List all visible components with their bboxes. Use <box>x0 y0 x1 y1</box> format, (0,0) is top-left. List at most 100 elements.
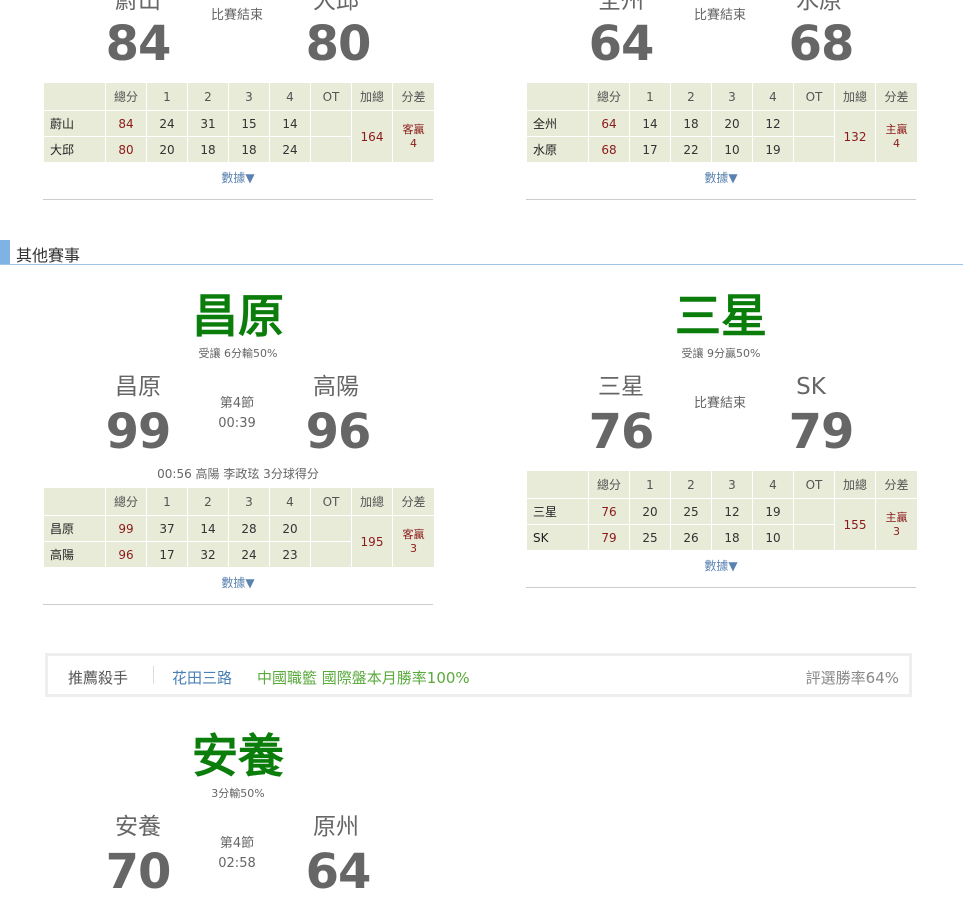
recommend-killer-bar: 推薦殺手 花田三路 中國職籃 國際盤本月勝率100% 評選勝率64% <box>45 653 912 697</box>
away-score: 80 <box>305 16 372 72</box>
table-header-row: 總分 1 2 3 4 OT 加總 分差 <box>43 487 435 516</box>
header-cell: OT <box>793 470 835 499</box>
quarter-cell: 20 <box>269 515 311 542</box>
recommend-label: 推薦殺手 <box>68 669 129 687</box>
diff-label: 主贏 <box>885 122 908 136</box>
quarter-cell: 20 <box>629 498 671 525</box>
home-score: 99 <box>105 404 172 460</box>
away-score: 68 <box>788 16 855 72</box>
header-cell: 2 <box>187 82 229 111</box>
home-team-name: 安養 <box>115 814 161 840</box>
diff-cell: 客贏 3 <box>392 515 435 568</box>
total-cell: 64 <box>588 110 630 137</box>
header-cell: 總分 <box>105 82 147 111</box>
quarter-cell: 12 <box>752 110 794 137</box>
ot-cell <box>793 498 835 525</box>
recommend-rate: 評選勝率64% <box>805 669 899 687</box>
team-cell: 全州 <box>526 110 589 137</box>
ot-cell <box>793 110 835 137</box>
handicap-tip: 受讓 9分贏50% <box>681 347 761 360</box>
ot-cell <box>310 515 352 542</box>
home-team-name: 蔚山 <box>115 0 161 14</box>
diff-cell: 主贏 3 <box>875 498 918 551</box>
score-table: 總分 1 2 3 4 OT 加總 分差 三星 76 20 25 12 19 15… <box>526 470 918 551</box>
header-cell: 2 <box>670 82 712 111</box>
quarter-cell: 14 <box>269 110 311 137</box>
quarter-cell: 19 <box>752 136 794 163</box>
header-cell: 4 <box>752 82 794 111</box>
divider <box>526 199 916 200</box>
divider <box>526 587 916 588</box>
sum-cell: 132 <box>834 110 876 163</box>
quarter-cell: 24 <box>228 541 270 568</box>
team-cell: 大邱 <box>43 136 106 163</box>
table-row: 全州 64 14 18 20 12 132 主贏 4 <box>526 110 918 163</box>
total-cell: 80 <box>105 136 147 163</box>
header-cell: 分差 <box>875 470 918 499</box>
header-cell: OT <box>793 82 835 111</box>
team-cell: SK <box>526 524 589 551</box>
section-title: 其他賽事 <box>16 246 81 265</box>
quarter-cell: 18 <box>670 110 712 137</box>
quarter-cell: 26 <box>670 524 712 551</box>
header-cell: 1 <box>629 470 671 499</box>
quarter-cell: 14 <box>629 110 671 137</box>
total-cell: 79 <box>588 524 630 551</box>
header-cell: 1 <box>629 82 671 111</box>
section-header: 其他賽事 <box>0 240 963 265</box>
game-clock: 02:58 <box>218 856 256 871</box>
table-row: 昌原 99 37 14 28 20 195 客贏 3 <box>43 515 435 568</box>
sum-cell: 164 <box>351 110 393 163</box>
header-cell: 分差 <box>392 487 435 516</box>
header-cell: 加總 <box>834 470 876 499</box>
header-cell: 2 <box>187 487 229 516</box>
header-cell: 4 <box>269 82 311 111</box>
quarter-cell: 24 <box>146 110 188 137</box>
quarter-cell: 18 <box>711 524 753 551</box>
quarter-cell: 25 <box>629 524 671 551</box>
quarter-cell: 25 <box>670 498 712 525</box>
quarter-cell: 37 <box>146 515 188 542</box>
recommend-desc-link[interactable]: 中國職籃 國際盤本月勝率100% <box>257 667 470 688</box>
diff-value: 3 <box>893 524 900 538</box>
home-score: 70 <box>105 844 172 900</box>
data-toggle-link[interactable]: 數據▼ <box>526 557 916 574</box>
total-cell: 96 <box>105 541 147 568</box>
quarter-cell: 18 <box>228 136 270 163</box>
home-score: 64 <box>588 16 655 72</box>
diff-value: 4 <box>893 136 900 150</box>
diff-label: 主贏 <box>885 510 908 524</box>
handicap-tip: 受讓 6分輸50% <box>198 347 278 360</box>
home-team-name: 全州 <box>598 0 644 14</box>
header-cell: 總分 <box>105 487 147 516</box>
diff-cell: 主贏 4 <box>875 110 918 163</box>
diff-cell: 客贏 4 <box>392 110 435 163</box>
header-cell: 分差 <box>392 82 435 111</box>
quarter-cell: 32 <box>187 541 229 568</box>
quarter-cell: 20 <box>711 110 753 137</box>
table-row: 三星 76 20 25 12 19 155 主贏 3 <box>526 498 918 551</box>
pick-team: 昌原 <box>192 289 284 343</box>
home-team-name: 昌原 <box>115 374 161 400</box>
data-toggle-link[interactable]: 數據▼ <box>43 574 433 591</box>
game-period: 第4節 <box>219 836 255 851</box>
away-team-name: SK <box>796 374 826 400</box>
pick-team: 安養 <box>192 729 284 783</box>
data-toggle-link[interactable]: 數據▼ <box>526 169 916 186</box>
header-cell: 3 <box>711 470 753 499</box>
team-cell: 蔚山 <box>43 110 106 137</box>
ot-cell <box>793 524 835 551</box>
header-cell: 1 <box>146 82 188 111</box>
away-score: 79 <box>788 404 855 460</box>
score-table: 總分 1 2 3 4 OT 加總 分差 昌原 99 37 14 28 20 19… <box>43 487 435 568</box>
quarter-cell: 18 <box>187 136 229 163</box>
header-cell: OT <box>310 82 352 111</box>
ot-cell <box>793 136 835 163</box>
home-team-name: 三星 <box>598 374 644 400</box>
header-cell: 總分 <box>588 470 630 499</box>
data-toggle-link[interactable]: 數據▼ <box>43 169 433 186</box>
total-cell: 68 <box>588 136 630 163</box>
handicap-tip: 3分輸50% <box>211 787 265 800</box>
recommend-user-link[interactable]: 花田三路 <box>172 667 232 688</box>
quarter-cell: 10 <box>752 524 794 551</box>
